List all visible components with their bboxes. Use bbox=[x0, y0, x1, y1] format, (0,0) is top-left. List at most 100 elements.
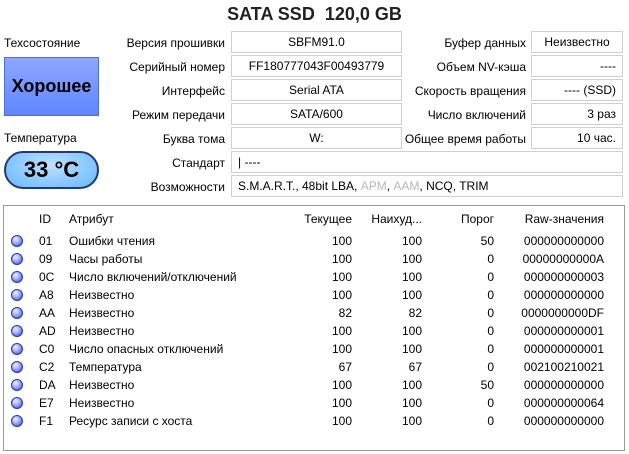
table-row[interactable]: A8 Неизвестно 100 100 0 000000000000 bbox=[4, 286, 624, 304]
serial-field: FF180777043F00493779 bbox=[231, 55, 402, 77]
col-header-raw[interactable]: Raw-значения bbox=[504, 210, 604, 228]
cell-current: 100 bbox=[331, 414, 352, 428]
cell-current: 100 bbox=[331, 342, 352, 356]
cell-raw: 000000000001 bbox=[523, 324, 604, 338]
temperature-label: Температура bbox=[4, 131, 77, 145]
table-row[interactable]: 01 Ошибки чтения 100 100 50 000000000000 bbox=[4, 232, 624, 250]
cell-worst: 100 bbox=[401, 378, 422, 392]
cell-raw: 000000000000 bbox=[523, 414, 604, 428]
cell-attribute: Температура bbox=[69, 360, 142, 374]
cell-raw: 000000000000 bbox=[523, 378, 604, 392]
col-header-threshold[interactable]: Порог bbox=[434, 210, 494, 228]
status-dot-icon bbox=[11, 235, 23, 247]
cell-current: 100 bbox=[331, 234, 352, 248]
cell-id: 0C bbox=[39, 270, 55, 284]
cell-threshold: 0 bbox=[487, 252, 494, 266]
status-dot-icon bbox=[11, 289, 23, 301]
smart-table[interactable]: ID Атрибут Текущее Наихуд... Порог Raw-з… bbox=[3, 205, 625, 451]
features-field: S.M.A.R.T., 48bit LBA, APM, AAM, NCQ, TR… bbox=[231, 175, 623, 197]
volume-field: W: bbox=[231, 127, 402, 149]
buffer-label: Буфер данных bbox=[444, 36, 526, 50]
rotation-field: ---- (SSD) bbox=[531, 79, 623, 101]
cell-raw: 000000000064 bbox=[523, 396, 604, 410]
cell-raw: 000000000001 bbox=[523, 342, 604, 356]
cell-raw: 000000000003 bbox=[523, 270, 604, 284]
status-dot-icon bbox=[11, 253, 23, 265]
cell-worst: 100 bbox=[401, 396, 422, 410]
power-on-hours-label: Общее время работы bbox=[404, 132, 526, 146]
feature-apm: APM bbox=[360, 179, 387, 193]
col-header-attribute[interactable]: Атрибут bbox=[69, 210, 114, 228]
cell-raw: 002100210021 bbox=[523, 360, 604, 374]
temperature-button[interactable]: 33 °C bbox=[4, 151, 99, 189]
col-header-id[interactable]: ID bbox=[39, 210, 51, 228]
disk-title: SATA SSD 120,0 GB bbox=[227, 4, 402, 24]
features-sep: , bbox=[386, 179, 394, 193]
cell-current: 82 bbox=[338, 306, 352, 320]
transfer-mode-label: Режим передачи bbox=[132, 108, 225, 122]
table-row[interactable]: C2 Температура 67 67 0 002100210021 bbox=[4, 358, 624, 376]
cell-id: C0 bbox=[39, 342, 55, 356]
features-label: Возможности bbox=[150, 180, 225, 194]
cell-threshold: 0 bbox=[487, 270, 494, 284]
status-dot-icon bbox=[11, 325, 23, 337]
features-prefix: S.M.A.R.T., 48bit LBA, bbox=[238, 179, 361, 193]
cell-attribute: Число опасных отключений bbox=[69, 342, 224, 356]
cell-id: 01 bbox=[39, 234, 53, 248]
table-row[interactable]: 0C Число включений/отключений 100 100 0 00000… bbox=[4, 268, 624, 286]
interface-field: Serial ATA bbox=[231, 79, 402, 101]
cell-attribute: Неизвестно bbox=[69, 324, 135, 338]
health-label: Техсостояние bbox=[4, 36, 81, 50]
firmware-label: Версия прошивки bbox=[126, 36, 225, 50]
status-dot-icon bbox=[11, 271, 23, 283]
cell-attribute: Неизвестно bbox=[69, 306, 135, 320]
nv-cache-field: ---- bbox=[531, 55, 623, 77]
table-row[interactable]: 09 Часы работы 100 100 0 00000000000A bbox=[4, 250, 624, 268]
status-dot-icon bbox=[11, 307, 23, 319]
cell-threshold: 0 bbox=[487, 342, 494, 356]
cell-threshold: 0 bbox=[487, 324, 494, 338]
table-row[interactable]: C0 Число опасных отключений 100 100 0 0000000… bbox=[4, 340, 624, 358]
cell-threshold: 0 bbox=[487, 306, 494, 320]
cell-current: 100 bbox=[331, 270, 352, 284]
status-dot-icon bbox=[11, 379, 23, 391]
table-row[interactable]: AA Неизвестно 82 82 0 0000000000DF bbox=[4, 304, 624, 322]
table-row[interactable]: DA Неизвестно 100 100 50 000000000000 bbox=[4, 376, 624, 394]
standard-label: Стандарт bbox=[172, 156, 225, 170]
cell-attribute: Ресурс записи с хоста bbox=[69, 414, 193, 428]
cell-id: 09 bbox=[39, 252, 53, 266]
cell-threshold: 0 bbox=[487, 414, 494, 428]
firmware-field: SBFM91.0 bbox=[231, 31, 402, 53]
cell-id: F1 bbox=[39, 414, 54, 428]
cell-attribute: Неизвестно bbox=[69, 396, 135, 410]
cell-worst: 100 bbox=[401, 414, 422, 428]
cell-attribute: Неизвестно bbox=[69, 378, 135, 392]
cell-raw: 0000000000DF bbox=[521, 306, 604, 320]
cell-attribute: Число включений/отключений bbox=[69, 270, 237, 284]
cell-worst: 100 bbox=[401, 252, 422, 266]
cell-threshold: 0 bbox=[487, 360, 494, 374]
cell-current: 100 bbox=[331, 324, 352, 338]
cell-attribute: Неизвестно bbox=[69, 288, 135, 302]
cell-threshold: 0 bbox=[487, 396, 494, 410]
col-header-current[interactable]: Текущее bbox=[292, 210, 352, 228]
table-row[interactable]: E7 Неизвестно 100 100 0 000000000064 bbox=[4, 394, 624, 412]
transfer-mode-field: SATA/600 bbox=[231, 103, 402, 125]
cell-worst: 100 bbox=[401, 288, 422, 302]
cell-raw: 000000000000 bbox=[523, 234, 604, 248]
nv-cache-label: Объем NV-кэша bbox=[436, 60, 526, 74]
cell-raw: 000000000000 bbox=[523, 288, 604, 302]
volume-label: Буква тома bbox=[162, 132, 225, 146]
cell-threshold: 0 bbox=[487, 288, 494, 302]
power-on-count-label: Число включений bbox=[427, 108, 526, 122]
table-row[interactable]: AD Неизвестно 100 100 0 000000000001 bbox=[4, 322, 624, 340]
table-row[interactable]: F1 Ресурс записи с хоста 100 100 0 0000000000… bbox=[4, 412, 624, 430]
cell-current: 67 bbox=[338, 360, 352, 374]
health-status-button[interactable]: Хорошее bbox=[4, 57, 99, 116]
cell-worst: 67 bbox=[408, 360, 422, 374]
cell-worst: 100 bbox=[401, 234, 422, 248]
cell-id: AD bbox=[39, 324, 56, 338]
cell-attribute: Ошибки чтения bbox=[69, 234, 155, 248]
cell-threshold: 50 bbox=[480, 378, 494, 392]
col-header-worst[interactable]: Наихуд... bbox=[358, 210, 422, 228]
